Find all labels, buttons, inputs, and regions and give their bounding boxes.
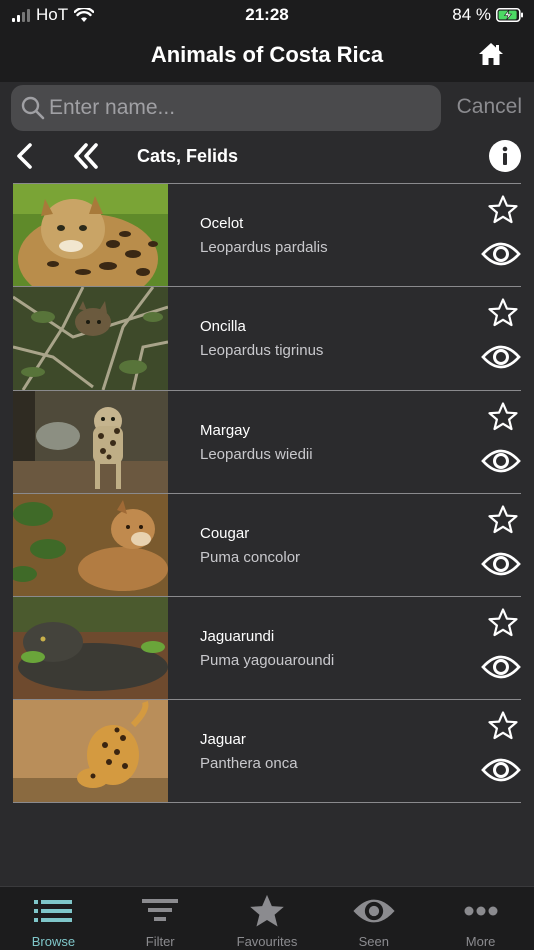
home-button[interactable] xyxy=(478,42,506,68)
list-item[interactable]: Jaguar Panthera onca xyxy=(13,699,521,803)
animal-list: Ocelot Leopardus pardalis Oncilla Leopar… xyxy=(13,183,521,803)
cougar-photo xyxy=(13,493,168,597)
latin-name: Leopardus wiedii xyxy=(200,445,313,463)
info-button[interactable] xyxy=(489,140,521,177)
latin-name: Leopardus pardalis xyxy=(200,239,328,256)
animal-names: Jaguar Panthera onca xyxy=(200,731,298,772)
favourite-button[interactable] xyxy=(488,401,518,436)
eye-outline-icon xyxy=(481,242,521,266)
oncilla-photo xyxy=(13,287,168,390)
favourite-button[interactable] xyxy=(488,608,518,642)
tab-browse[interactable]: Browse xyxy=(0,887,107,950)
chevron-left-icon xyxy=(17,143,32,169)
search-icon xyxy=(21,96,45,120)
latin-name: Panthera onca xyxy=(200,755,298,773)
page-title: Animals of Costa Rica xyxy=(150,42,384,67)
star-outline-icon xyxy=(488,711,518,740)
common-name: Margay xyxy=(200,421,251,439)
list-item[interactable]: Oncilla Leopardus tigrinus xyxy=(13,286,521,390)
list-item[interactable]: Cougar Puma concolor xyxy=(13,492,521,597)
eye-outline-icon xyxy=(481,759,521,782)
tab-seen[interactable]: Seen xyxy=(320,887,427,950)
cancel-button[interactable]: Cancel xyxy=(457,95,522,119)
favourite-button[interactable] xyxy=(488,505,518,539)
animal-names: Jaguarundi Puma yagouaroundi xyxy=(200,628,334,669)
list-icon xyxy=(34,900,73,922)
favourite-button[interactable] xyxy=(488,711,518,745)
star-outline-icon xyxy=(488,608,518,637)
animal-names: Ocelot Leopardus pardalis xyxy=(200,215,328,256)
common-name: Jaguar xyxy=(200,731,246,749)
star-outline-icon xyxy=(488,401,518,430)
star-icon xyxy=(250,894,284,927)
breadcrumb: Cats, Felids xyxy=(0,134,534,180)
seen-button[interactable] xyxy=(481,756,521,789)
filter-icon xyxy=(142,899,179,921)
seen-button[interactable] xyxy=(481,550,521,583)
margay-photo xyxy=(13,390,168,493)
battery-charging-icon xyxy=(496,8,523,22)
tab-label: Filter xyxy=(145,934,175,949)
seen-button[interactable] xyxy=(481,343,521,376)
seen-button[interactable] xyxy=(481,240,521,273)
tab-label: Seen xyxy=(358,934,389,949)
eye-outline-icon xyxy=(481,655,521,679)
jaguarundi-photo xyxy=(13,597,168,700)
search-input[interactable] xyxy=(49,85,429,131)
seen-button[interactable] xyxy=(481,653,521,686)
back-to-top-button[interactable] xyxy=(72,142,100,175)
list-item[interactable]: Ocelot Leopardus pardalis xyxy=(13,183,521,287)
latin-name: Puma concolor xyxy=(200,548,301,566)
common-name: Oncilla xyxy=(200,318,246,336)
tab-favourites[interactable]: Favourites xyxy=(214,887,321,950)
search-box[interactable] xyxy=(11,85,441,131)
tab-filter[interactable]: Filter xyxy=(107,887,214,950)
latin-name: Leopardus tigrinus xyxy=(200,342,324,360)
eye-icon xyxy=(353,899,395,923)
star-outline-icon xyxy=(488,298,518,327)
jaguar-photo xyxy=(13,700,168,802)
seen-button[interactable] xyxy=(481,447,521,480)
tab-bar: Browse Filter Favourites Seen More xyxy=(0,886,534,950)
list-item[interactable]: Margay Leopardus wiedii xyxy=(13,389,521,493)
common-name: Ocelot xyxy=(200,215,244,232)
eye-outline-icon xyxy=(481,449,521,472)
animal-names: Oncilla Leopardus tigrinus xyxy=(200,318,323,359)
list-item[interactable]: Jaguarundi Puma yagouaroundi xyxy=(13,596,521,700)
more-icon xyxy=(464,906,498,916)
animal-names: Cougar Puma concolor xyxy=(200,525,300,566)
ocelot-photo xyxy=(13,184,168,287)
star-outline-icon xyxy=(488,505,518,533)
tab-label: Favourites xyxy=(236,934,298,949)
info-icon xyxy=(489,140,521,172)
tab-more[interactable]: More xyxy=(427,887,534,950)
back-button[interactable] xyxy=(14,142,36,175)
double-chevron-left-icon xyxy=(74,143,98,169)
status-bar: HoT 21:28 84 % xyxy=(0,0,534,30)
category-title: Cats, Felids xyxy=(137,146,239,166)
eye-outline-icon xyxy=(481,345,521,369)
battery-percent: 84 % xyxy=(452,5,491,24)
eye-outline-icon xyxy=(481,552,521,576)
tab-label: Browse xyxy=(31,934,76,949)
common-name: Cougar xyxy=(200,524,250,542)
navigation-bar: Animals of Costa Rica xyxy=(0,30,534,82)
search-row: Cancel xyxy=(0,82,534,134)
home-icon xyxy=(479,43,503,65)
star-outline-icon xyxy=(488,195,518,224)
favourite-button[interactable] xyxy=(488,195,518,229)
tab-label: More xyxy=(465,934,496,949)
favourite-button[interactable] xyxy=(488,298,518,332)
common-name: Jaguarundi xyxy=(200,628,275,646)
battery-status: 84 % xyxy=(452,5,524,25)
latin-name: Puma yagouaroundi xyxy=(200,652,335,670)
animal-names: Margay Leopardus wiedii xyxy=(200,422,313,463)
